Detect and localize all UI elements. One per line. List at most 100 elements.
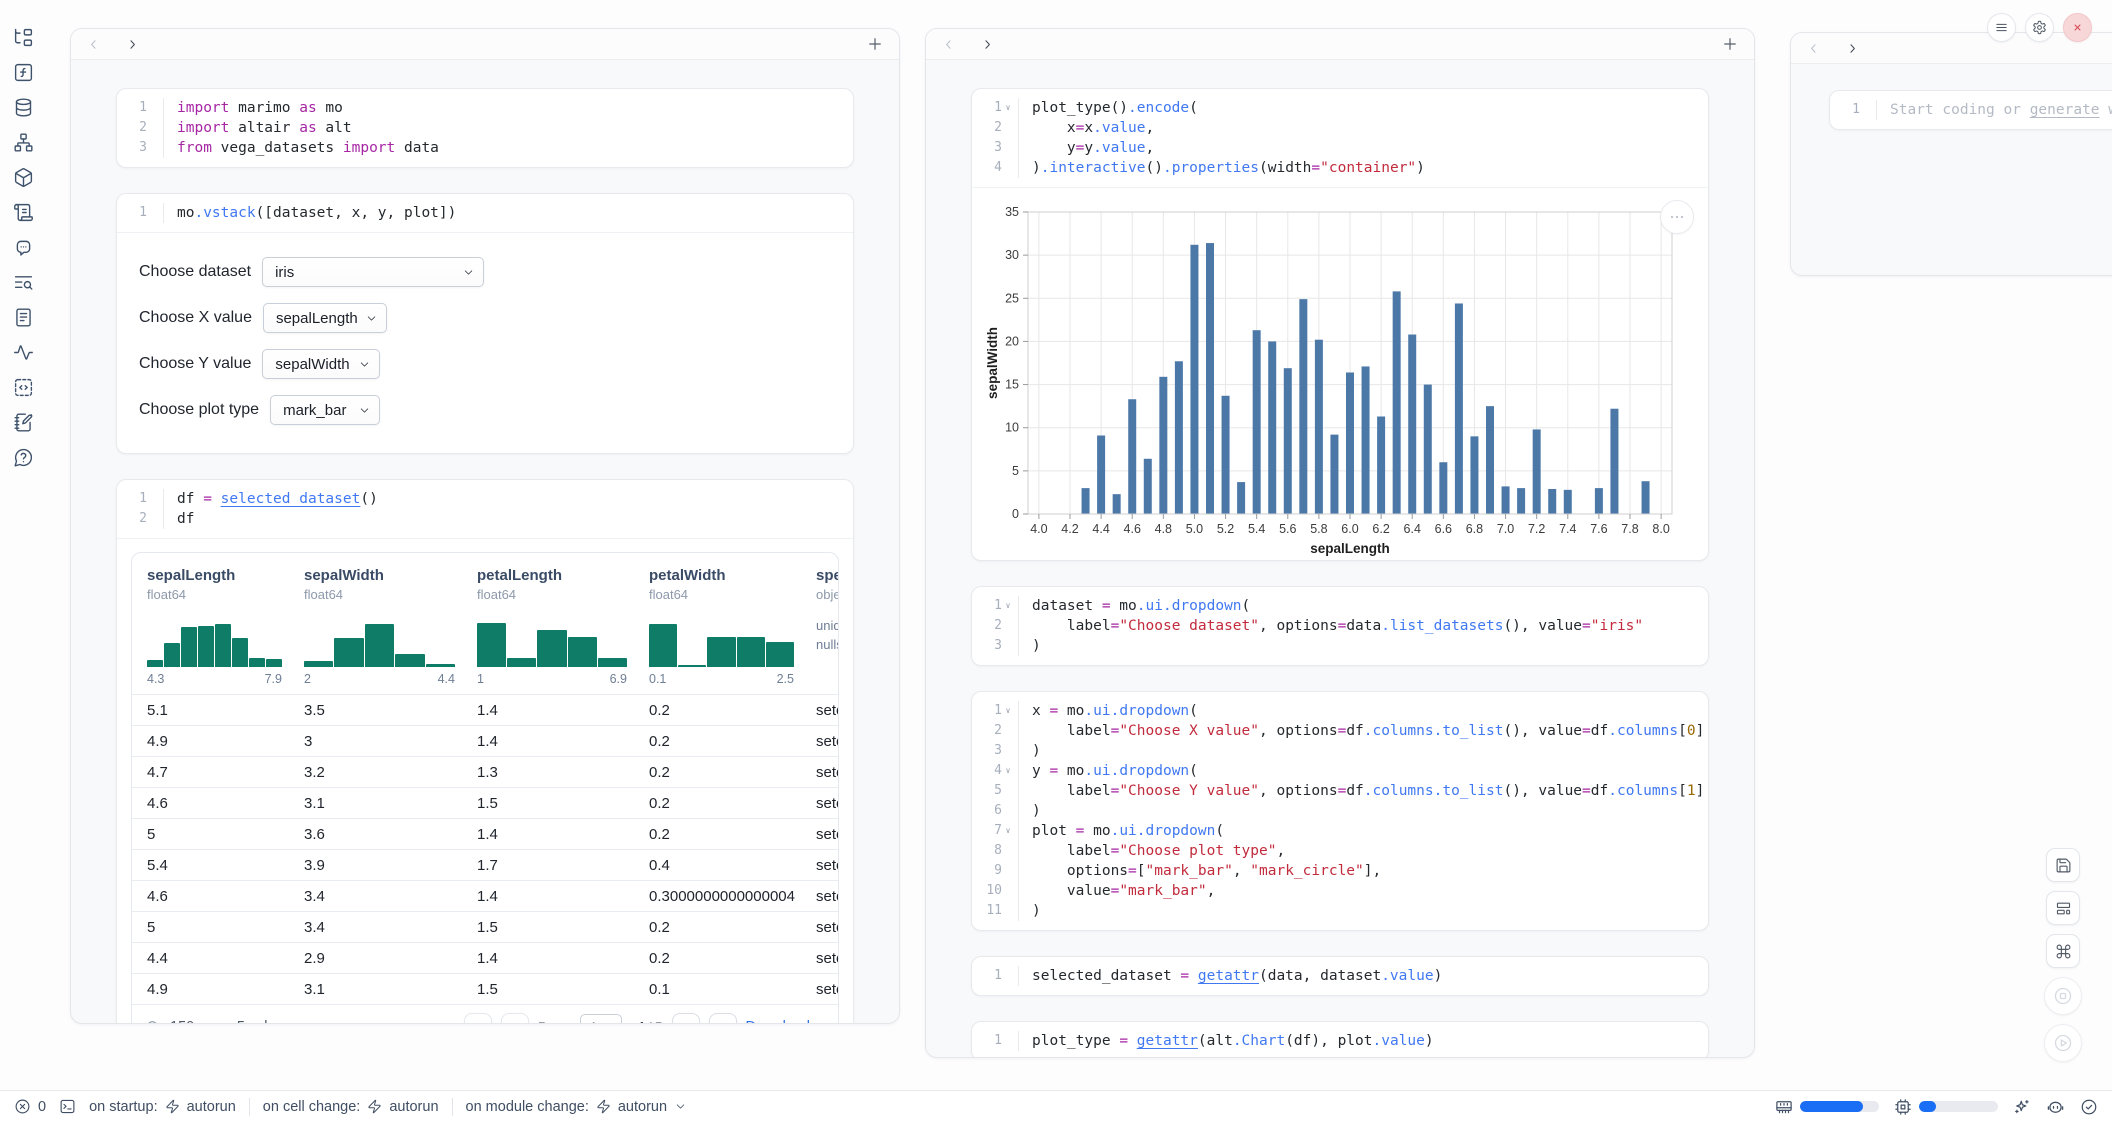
sidebar-item-code-block[interactable] [13,377,34,398]
code-line[interactable]: 11) [972,901,1708,921]
code-line[interactable]: 7∨plot = mo.ui.dropdown( [972,821,1708,841]
sidebar-item-scroll[interactable] [13,202,34,223]
prev-page-button[interactable] [501,1013,529,1025]
column-name[interactable]: sepalLength [147,567,304,584]
fold-chevron-icon[interactable]: ∨ [1002,98,1014,118]
fold-chevron-icon[interactable]: ∨ [1002,596,1014,616]
code-line[interactable]: 10 value="mark_bar", [972,881,1708,901]
stop-kernel-button[interactable] [2044,977,2082,1015]
panel-prev-button[interactable] [941,37,956,52]
code-line[interactable]: 1mo.vstack([dataset, x, y, plot]) [117,203,853,223]
fold-chevron-icon[interactable]: ∨ [1002,761,1014,781]
code-line[interactable]: 1∨plot_type().encode( [972,98,1708,118]
sidebar-item-notebook-pen[interactable] [13,412,34,433]
dropdown-select[interactable]: mark_bar [270,395,380,425]
sidebar-item-function-square[interactable] [13,62,34,83]
sidebar-item-network[interactable] [13,132,34,153]
sidebar-item-help-circle[interactable] [13,447,34,468]
sidebar-item-activity[interactable] [13,342,34,363]
error-count-badge[interactable]: 0 [14,1098,46,1115]
add-cell-button[interactable] [866,35,884,53]
sidebar-item-chat-bot[interactable] [13,237,34,258]
code-editor[interactable]: 1import marimo as mo2import altair as al… [117,89,853,167]
dropdown-select[interactable]: sepalWidth [262,349,380,379]
table-row[interactable]: 4.63.11.50.2setosa [132,787,838,818]
fold-chevron-icon[interactable]: ∨ [1002,821,1014,841]
code-line[interactable]: 2df [117,509,853,529]
cpu-usage[interactable] [1894,1098,1998,1116]
column-histogram[interactable] [147,615,282,667]
code-line[interactable]: 2 label="Choose X value", options=df.col… [972,721,1708,741]
table-row[interactable]: 4.63.41.40.3000000000000004setosa [132,880,838,911]
dropdown-select[interactable]: iris [262,257,484,287]
code-editor[interactable]: 1Start coding or generate with AI [1830,91,2112,129]
ai-assist-button[interactable] [2013,1098,2031,1116]
code-line[interactable]: 3) [972,636,1708,656]
column-histogram[interactable] [649,615,794,667]
column-histogram[interactable] [477,615,627,667]
panel-prev-button[interactable] [1806,41,1821,56]
download-button[interactable]: Download [746,1019,826,1025]
connection-status-button[interactable] [2080,1098,2098,1116]
table-search-button[interactable] [145,1019,161,1025]
code-editor[interactable]: 1df = selected_dataset()2df [117,480,853,538]
table-row[interactable]: 4.931.40.2setosa [132,725,838,756]
shutdown-button[interactable] [2063,13,2092,42]
sidebar-item-file-tree[interactable] [13,27,34,48]
layout-toggle-button[interactable] [2046,891,2080,925]
code-line[interactable]: 3 y=y.value, [972,138,1708,158]
memory-usage[interactable] [1775,1098,1879,1116]
panel-next-button[interactable] [1845,41,1860,56]
code-editor[interactable]: 1∨dataset = mo.ui.dropdown(2 label="Choo… [972,587,1708,665]
code-editor[interactable]: 1selected_dataset = getattr(data, datase… [972,957,1708,995]
table-row[interactable]: 4.73.21.30.2setosa [132,756,838,787]
altair-bar-chart[interactable]: 4.04.24.44.64.85.05.25.45.65.86.06.26.46… [984,198,1698,556]
code-editor[interactable]: 1plot_type = getattr(alt.Chart(df), plot… [972,1022,1708,1058]
code-line[interactable]: 6) [972,801,1708,821]
last-page-button[interactable] [709,1013,737,1025]
table-row[interactable]: 53.61.40.2setosa [132,818,838,849]
code-line[interactable]: 1plot_type = getattr(alt.Chart(df), plot… [972,1031,1708,1051]
command-palette-button[interactable] [2046,934,2080,968]
panel-prev-button[interactable] [86,37,101,52]
code-line[interactable]: 8 label="Choose plot type", [972,841,1708,861]
autorun-config-2[interactable]: on module change:autorun [466,1099,688,1115]
sidebar-item-database[interactable] [13,97,34,118]
code-line[interactable]: 1∨x = mo.ui.dropdown( [972,701,1708,721]
table-row[interactable]: 5.13.51.40.2setosa [132,694,838,725]
autorun-config-0[interactable]: on startup:autorun [89,1099,236,1115]
notebook-menu-button[interactable] [1987,13,2016,42]
code-line[interactable]: 2 label="Choose dataset", options=data.l… [972,616,1708,636]
code-editor[interactable]: 1∨x = mo.ui.dropdown(2 label="Choose X v… [972,692,1708,930]
panel-next-button[interactable] [980,37,995,52]
column-histogram[interactable] [304,615,455,667]
code-line[interactable]: 1df = selected_dataset() [117,489,853,509]
column-name[interactable]: sepalWidth [304,567,477,584]
code-line[interactable]: 3from vega_datasets import data [117,138,853,158]
chart-menu-button[interactable] [1660,200,1694,234]
save-button[interactable] [2046,848,2080,882]
next-page-button[interactable] [672,1013,700,1025]
code-line[interactable]: 2 x=x.value, [972,118,1708,138]
code-editor[interactable]: 1mo.vstack([dataset, x, y, plot]) [117,194,853,232]
code-line[interactable]: 4).interactive().properties(width="conta… [972,158,1708,178]
first-page-button[interactable] [464,1013,492,1025]
table-row[interactable]: 5.43.91.70.4setosa [132,849,838,880]
code-line[interactable]: 2import altair as alt [117,118,853,138]
dropdown-select[interactable]: sepalLength [263,303,387,333]
code-line[interactable]: 1import marimo as mo [117,98,853,118]
autorun-config-1[interactable]: on cell change:autorun [263,1099,439,1115]
sidebar-item-list-search[interactable] [13,272,34,293]
column-name[interactable]: petalWidth [649,567,816,584]
settings-button[interactable] [2025,13,2054,42]
table-row[interactable]: 4.42.91.40.2setosa [132,942,838,973]
column-name[interactable]: species [816,567,838,584]
sidebar-item-document[interactable] [13,307,34,328]
code-line[interactable]: 9 options=["mark_bar", "mark_circle"], [972,861,1708,881]
add-cell-button[interactable] [1721,35,1739,53]
code-line[interactable]: 1Start coding or generate with AI [1830,100,2112,120]
code-line[interactable]: 5 label="Choose Y value", options=df.col… [972,781,1708,801]
code-line[interactable]: 1selected_dataset = getattr(data, datase… [972,966,1708,986]
code-line[interactable]: 3) [972,741,1708,761]
run-all-button[interactable] [2044,1024,2082,1062]
